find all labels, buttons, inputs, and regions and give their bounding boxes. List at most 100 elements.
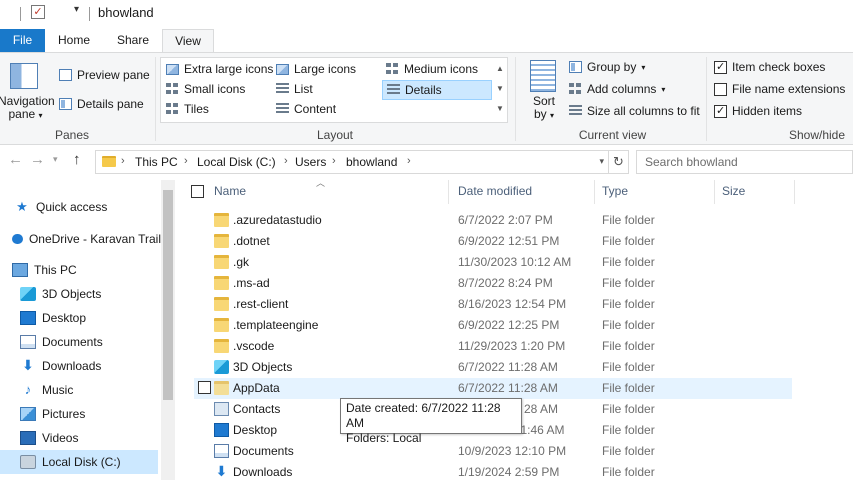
layout-tiles[interactable]: Tiles: [166, 102, 209, 116]
sort-by-button[interactable]: Sort by ▾: [526, 95, 562, 122]
checkbox-checked[interactable]: [714, 60, 727, 74]
column-name[interactable]: Name: [214, 184, 246, 198]
file-date: 11/29/2023 1:20 PM: [458, 339, 566, 353]
column-divider[interactable]: [794, 180, 795, 204]
row-checkbox[interactable]: [198, 381, 211, 394]
file-name-extensions-toggle[interactable]: File name extensions: [714, 82, 845, 96]
customize-toolbar-icon[interactable]: ▾: [74, 4, 79, 15]
table-row[interactable]: ⬇ Downloads 1/19/2024 2:59 PM File folde…: [194, 462, 792, 480]
column-date-modified[interactable]: Date modified: [458, 184, 532, 198]
table-row[interactable]: .templateengine 6/9/2022 12:25 PM File f…: [194, 315, 792, 336]
breadcrumb-bhowland[interactable]: bhowland: [346, 155, 397, 169]
sidebar-item-quick-access[interactable]: ★ Quick access: [0, 195, 161, 219]
chevron-right-icon[interactable]: ›: [184, 155, 188, 167]
folder-icon: [214, 276, 229, 290]
forward-arrow-icon[interactable]: →: [30, 151, 45, 168]
table-row[interactable]: .gk 11/30/2023 10:12 AM File folder: [194, 252, 792, 273]
downloads-icon: ⬇: [215, 463, 228, 479]
add-columns-button[interactable]: Add columns ▾: [569, 82, 665, 96]
file-date: 28 AM: [524, 402, 559, 416]
more-icon[interactable]: ▼: [494, 99, 506, 119]
column-header: ︿ Name Date modified Type Size: [182, 178, 853, 204]
search-input[interactable]: Search bhowland: [636, 150, 853, 174]
tab-file[interactable]: File: [0, 29, 45, 52]
layout-extra-large-icons[interactable]: Extra large icons: [166, 62, 273, 76]
column-divider[interactable]: [714, 180, 715, 204]
sidebar-scrollbar[interactable]: [161, 180, 175, 480]
breadcrumb-this-pc[interactable]: This PC: [135, 155, 178, 169]
sidebar-item-label: Videos: [42, 431, 79, 445]
breadcrumb-local-disk[interactable]: Local Disk (C:): [197, 155, 276, 169]
hidden-items-toggle[interactable]: Hidden items: [714, 104, 802, 118]
column-divider[interactable]: [594, 180, 595, 204]
sidebar-item-3d-objects[interactable]: 3D Objects: [0, 282, 161, 306]
table-row[interactable]: .rest-client 8/16/2023 12:54 PM File fol…: [194, 294, 792, 315]
column-type[interactable]: Type: [602, 184, 628, 198]
chevron-right-icon[interactable]: ›: [407, 155, 411, 167]
sidebar-item-this-pc[interactable]: This PC: [0, 258, 161, 282]
refresh-icon[interactable]: ↻: [609, 150, 629, 174]
scroll-down-icon[interactable]: ▼: [494, 79, 506, 99]
file-type: File folder: [602, 297, 655, 311]
layout-large-icons[interactable]: Large icons: [276, 62, 356, 76]
column-divider[interactable]: [448, 180, 449, 204]
tab-share[interactable]: Share: [108, 29, 158, 52]
layout-gallery-scroll[interactable]: ▲ ▼ ▼: [494, 59, 506, 121]
chevron-right-icon[interactable]: ›: [121, 155, 125, 167]
recent-locations-chevron-icon[interactable]: ▾: [53, 154, 58, 165]
file-date: 8/16/2023 12:54 PM: [458, 297, 567, 311]
group-label-layout: Layout: [316, 128, 354, 142]
address-dropdown-icon[interactable]: ▾: [599, 156, 604, 167]
column-size[interactable]: Size: [722, 184, 745, 198]
sidebar-item-local-disk[interactable]: Local Disk (C:): [0, 450, 158, 474]
sidebar-item-documents[interactable]: Documents: [0, 330, 161, 354]
navigation-pane-button[interactable]: Navigation pane ▾: [0, 95, 55, 122]
layout-details[interactable]: Details: [382, 80, 492, 100]
preview-pane-button[interactable]: Preview pane: [59, 68, 150, 82]
table-row[interactable]: .azuredatastudio 6/7/2022 2:07 PM File f…: [194, 210, 792, 231]
checkbox-unchecked[interactable]: [714, 82, 727, 96]
up-arrow-icon[interactable]: ↑: [73, 151, 81, 168]
group-separator: [515, 57, 516, 141]
table-row[interactable]: .vscode 11/29/2023 1:20 PM File folder: [194, 336, 792, 357]
tab-home[interactable]: Home: [49, 29, 99, 52]
group-by-button[interactable]: Group by ▾: [569, 60, 645, 74]
file-date: 6/7/2022 11:28 AM: [458, 381, 558, 395]
sidebar-item-label: This PC: [34, 263, 77, 277]
file-type: File folder: [602, 465, 655, 479]
address-bar[interactable]: › This PC › Local Disk (C:) › Users › bh…: [95, 150, 609, 174]
chevron-right-icon[interactable]: ›: [332, 155, 336, 167]
scrollbar-thumb[interactable]: [163, 190, 173, 400]
properties-icon[interactable]: ✓: [31, 5, 45, 19]
sidebar-item-downloads[interactable]: ⬇ Downloads: [0, 354, 161, 378]
layout-content[interactable]: Content: [276, 102, 336, 116]
table-row[interactable]: .ms-ad 8/7/2022 8:24 PM File folder: [194, 273, 792, 294]
file-date: 11/30/2023 10:12 AM: [458, 255, 572, 269]
sidebar-item-onedrive[interactable]: OneDrive - Karavan Trail: [0, 227, 161, 251]
table-row[interactable]: .dotnet 6/9/2022 12:51 PM File folder: [194, 231, 792, 252]
layout-small-icons[interactable]: Small icons: [166, 82, 245, 96]
downloads-icon: ⬇: [22, 357, 34, 373]
table-row[interactable]: 3D Objects 6/7/2022 11:28 AM File folder: [194, 357, 792, 378]
breadcrumb-users[interactable]: Users: [295, 155, 326, 169]
sidebar-item-videos[interactable]: Videos: [0, 426, 161, 450]
sort-ascending-icon: ︿: [316, 178, 326, 188]
item-check-boxes-toggle[interactable]: Item check boxes: [714, 60, 825, 74]
layout-list[interactable]: List: [276, 82, 313, 96]
table-row[interactable]: AppData 6/7/2022 11:28 AM File folder: [194, 378, 792, 399]
checkbox-checked[interactable]: [714, 104, 727, 118]
star-icon: ★: [16, 199, 28, 214]
size-all-columns-button[interactable]: Size all columns to fit: [569, 104, 700, 118]
sidebar-item-music[interactable]: ♪ Music: [0, 378, 161, 402]
details-pane-button[interactable]: Details pane: [59, 97, 144, 111]
layout-medium-icons[interactable]: Medium icons: [386, 62, 478, 76]
scroll-up-icon[interactable]: ▲: [494, 59, 506, 79]
back-arrow-icon[interactable]: ←: [8, 151, 23, 168]
chevron-right-icon[interactable]: ›: [284, 155, 288, 167]
window-title: bhowland: [98, 5, 154, 20]
select-all-checkbox[interactable]: [191, 185, 204, 198]
tab-view[interactable]: View: [162, 29, 214, 53]
desktop-icon: [20, 311, 36, 325]
sidebar-item-desktop[interactable]: Desktop: [0, 306, 161, 330]
sidebar-item-pictures[interactable]: Pictures: [0, 402, 161, 426]
